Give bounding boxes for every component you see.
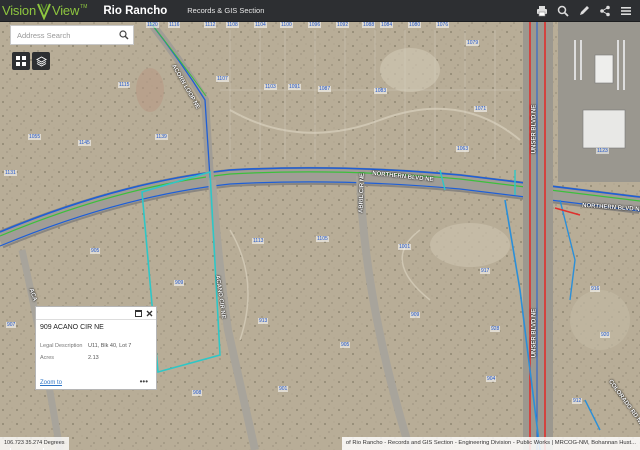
layers-icon: [35, 55, 47, 67]
parcel-label: 1063: [456, 146, 470, 152]
parcel-label: 1145: [78, 140, 91, 146]
popup-title: 909 ACANO CIR NE: [40, 324, 104, 331]
parcel-popup: 909 ACANO CIR NE Legal Description U11, …: [35, 306, 157, 390]
popup-label-legal: Legal Description: [40, 343, 83, 349]
logo-word-vision: Vision: [2, 3, 36, 18]
parcel-label: 1108: [226, 22, 239, 28]
layers-button[interactable]: [32, 52, 50, 70]
parcel-label: 1123: [596, 148, 609, 154]
parcel-label: 1104: [254, 22, 267, 28]
menu-icon[interactable]: [618, 2, 634, 20]
parcel-label: 1084: [380, 22, 394, 28]
parcel-label: 1001: [398, 244, 412, 250]
parcel-label: 904: [486, 376, 497, 382]
parcel-label: 905: [90, 248, 101, 254]
parcel-label: 916: [590, 286, 601, 292]
parcel-label: 920: [600, 332, 611, 338]
parcel-label: 905: [340, 342, 351, 348]
pencil-icon[interactable]: [576, 2, 592, 20]
close-icon[interactable]: [146, 310, 153, 317]
parcel-label: 1131: [4, 170, 17, 176]
parcel-label: 1079: [466, 40, 480, 46]
logo-word-view: View: [51, 3, 80, 18]
parcel-label: 1091: [288, 84, 302, 90]
parcel-label: 1116: [168, 22, 181, 28]
parcel-label: 908: [192, 390, 203, 396]
parcel-label: 1083: [374, 88, 388, 94]
search-icon[interactable]: [555, 2, 571, 20]
city-title: Rio Rancho: [103, 4, 168, 17]
parcel-label: 1096: [308, 22, 322, 28]
parcel-label: 928: [490, 326, 501, 332]
parcel-label: 1076: [436, 22, 450, 28]
print-icon[interactable]: [534, 2, 550, 20]
popup-header: [36, 307, 156, 320]
popup-value-acres: 2.13: [88, 355, 99, 361]
popup-label-acres: Acres: [40, 355, 55, 361]
parcel-label: 1092: [336, 22, 350, 28]
address-search-box: [10, 25, 134, 45]
parcel-label: 909: [174, 280, 185, 286]
search-icon: [119, 30, 129, 40]
parcel-label: 1100: [280, 22, 293, 28]
coordinate-readout: 106.723 35.274 Degrees: [0, 437, 69, 450]
logo-v-mark-icon: [37, 3, 51, 20]
search-submit-button[interactable]: [115, 26, 133, 44]
parcel-label: 1113: [252, 238, 265, 244]
popup-value-legal: U11, Blk 40, Lot 7: [88, 343, 132, 349]
logo-trademark: TM: [80, 3, 88, 10]
parcel-label: 1115: [118, 82, 131, 88]
parcel-label: 1088: [362, 22, 376, 28]
parcel-label: 1105: [316, 236, 329, 242]
street-label-unser-blvd: UNSER BLVD NE: [531, 104, 538, 154]
parcel-label: 1139: [155, 134, 168, 140]
header-toolbar: [534, 0, 634, 22]
parcel-label: 1112: [204, 22, 217, 28]
parcel-label: 913: [258, 318, 269, 324]
parcel-label: 1071: [474, 106, 488, 112]
section-title: Records & GIS Section: [187, 6, 265, 15]
visionview-logo[interactable]: Vision View TM: [2, 0, 87, 22]
basemap-gallery-button[interactable]: [12, 52, 30, 70]
zoom-to-link[interactable]: Zoom to: [40, 380, 62, 386]
parcel-label: 1080: [408, 22, 422, 28]
address-search-input[interactable]: [11, 26, 115, 44]
more-options-button[interactable]: •••: [140, 377, 148, 386]
parcel-label: 1087: [318, 86, 332, 92]
parcel-label: 912: [572, 398, 583, 404]
maximize-icon[interactable]: [135, 309, 142, 317]
parcel-label: 1107: [216, 76, 229, 82]
app-header: Vision View TM Rio Rancho Records & GIS …: [0, 0, 640, 22]
share-icon[interactable]: [597, 2, 613, 20]
parcel-label: 1055: [28, 134, 42, 140]
parcel-label: 907: [6, 322, 17, 328]
parcel-label: 917: [480, 268, 491, 274]
parcel-label: 1103: [264, 84, 277, 90]
street-label-unser-blvd-south: UNSER BLVD NE: [531, 308, 538, 358]
parcel-label: 909: [410, 312, 421, 318]
parcel-label: 901: [278, 386, 289, 392]
grid-icon: [16, 56, 26, 66]
map-attribution: of Rio Rancho - Records and GIS Section …: [341, 437, 640, 450]
parcel-label: 1120: [146, 22, 159, 28]
